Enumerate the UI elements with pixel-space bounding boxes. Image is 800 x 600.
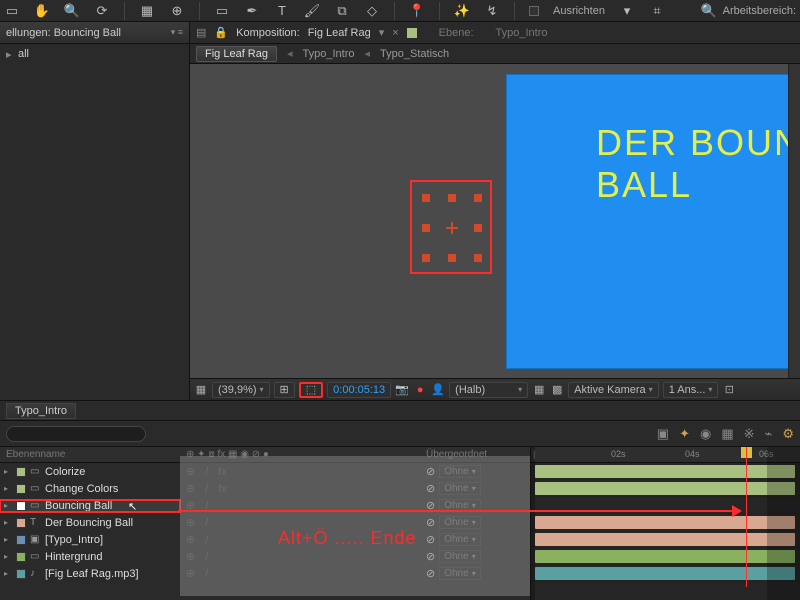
timecode[interactable]: 0:00:05:13	[327, 382, 391, 398]
res-grid-icon[interactable]: ⊞	[274, 382, 295, 398]
switches-header: ⊕ ✦ ⧈ fx ▦ ◉ ⊘ ●	[180, 449, 420, 460]
comp-mini-icon[interactable]: ▣	[657, 426, 669, 442]
frameblend-icon[interactable]: ▦	[721, 426, 733, 442]
text-tool-icon[interactable]: T	[274, 3, 290, 19]
crumb-3[interactable]: Typo_Statisch	[380, 48, 449, 60]
timeline-panel: Typo_Intro ▣ ✦ ◉ ▦ ※ ⌁ ⚙ Ebenenname ⊕ ✦ …	[0, 400, 800, 600]
search-icon[interactable]: 🔍	[701, 3, 717, 19]
layer-row-selected[interactable]: ▸▭Bouncing Ball ↖ ⊕/ ⊘Ohne▾	[0, 497, 530, 514]
motionblur-icon[interactable]: ※	[744, 426, 755, 442]
layer-row[interactable]: ▸▣[Typo_Intro] ⊕/ ⊘Ohne▾	[0, 531, 530, 548]
zoom-dropdown[interactable]: (39,9%)▾	[212, 382, 270, 398]
snap-checkbox[interactable]	[529, 6, 539, 16]
anchor-tool-icon[interactable]: ⊕	[169, 3, 185, 19]
layer-row[interactable]: ▸TDer Bouncing Ball ⊕/ ⊘Ohne▾	[0, 514, 530, 531]
draft3d-icon[interactable]: ◉	[700, 426, 711, 442]
lock-icon[interactable]: 🔒	[214, 26, 228, 39]
layers-header: Ebenenname	[0, 449, 180, 460]
camera-dropdown[interactable]: Aktive Kamera▾	[568, 382, 659, 398]
parent-header: Übergeordnet	[420, 449, 530, 460]
cursor-icon: ↖	[128, 500, 137, 513]
effects-panel: ellungen: Bouncing Ball ▾ ≡ ▸all	[0, 22, 190, 400]
layer-row[interactable]: ▸▭Hintergrund ⊕/ ⊘Ohne▾	[0, 548, 530, 565]
eraser-tool-icon[interactable]: ◇	[364, 3, 380, 19]
ebene-prefix: Ebene:	[439, 27, 474, 39]
viewport[interactable]: DER BOUNCING BALL	[190, 64, 800, 378]
stamp-tool-icon[interactable]: ⧉	[334, 3, 350, 19]
magnify-icon[interactable]: ▦	[194, 383, 208, 397]
layer-row[interactable]: ▸▭Change Colors ⊕/fx ⊘Ohne▾	[0, 480, 530, 497]
viewport-scrollbar[interactable]	[788, 64, 800, 378]
crumb-active[interactable]: Fig Leaf Rag	[196, 46, 277, 62]
app-toolbar: ▭ ✋ 🔍 ⟳ ▦ ⊕ ▭ ✒ T 🖌 ⧉ ◇ 📍 ✨ ↯ Ausrichten…	[0, 0, 800, 22]
annotation-arrow-head	[732, 505, 742, 517]
snap-dropdown-icon[interactable]: ▾	[619, 3, 635, 19]
comp-name[interactable]: Fig Leaf Rag	[308, 27, 371, 39]
breadcrumb: Fig Leaf Rag ◂ Typo_Intro ◂ Typo_Statisc…	[190, 44, 800, 64]
shy-icon[interactable]: ✦	[679, 426, 690, 442]
timeline-tracks[interactable]: | 02s 04s 06s	[530, 447, 800, 600]
ebene-name[interactable]: Typo_Intro	[496, 27, 548, 39]
layer-row[interactable]: ▸▭Colorize ⊕/fx ⊘Ohne▾	[0, 463, 530, 480]
pen-tool-icon[interactable]: ✒	[244, 3, 260, 19]
snapping-icon[interactable]: ⌗	[649, 3, 665, 19]
snapshot-icon[interactable]: 📷	[395, 383, 409, 397]
checker-icon[interactable]: ▩	[550, 383, 564, 397]
view-opts-icon[interactable]: ⊡	[722, 383, 736, 397]
local-axis-icon[interactable]: ↯	[484, 3, 500, 19]
layer-row[interactable]: ▸♪[Fig Leaf Rag.mp3] ⊕/ ⊘Ohne▾	[0, 565, 530, 582]
effects-row-label[interactable]: all	[18, 48, 29, 60]
grid-icon[interactable]: ▦	[532, 383, 546, 397]
timeline-tab[interactable]: Typo_Intro	[6, 403, 76, 419]
workspace-label: Arbeitsbereich:	[723, 5, 796, 17]
brush-tool-icon[interactable]: 🖌	[304, 3, 320, 19]
effects-panel-header[interactable]: ellungen: Bouncing Ball ▾ ≡	[0, 22, 189, 44]
layer-search-input[interactable]	[6, 426, 146, 442]
wand-tool-icon[interactable]: ✨	[454, 3, 470, 19]
title-text-layer[interactable]: DER BOUNCING BALL	[596, 122, 800, 206]
annotation-text: Alt+Ö ..... Ende	[278, 528, 417, 549]
time-ruler[interactable]: | 02s 04s 06s	[531, 447, 800, 463]
zoom-tool-icon[interactable]: 🔍	[64, 3, 80, 19]
channel-icon[interactable]: ●	[413, 383, 427, 397]
crumb-2[interactable]: Typo_Intro	[303, 48, 355, 60]
rotate-tool-icon[interactable]: ⟳	[94, 3, 110, 19]
mask-icon[interactable]: 👤	[431, 383, 445, 397]
effects-panel-title: ellungen: Bouncing Ball	[6, 27, 121, 39]
panel-grip-icon: ▤	[196, 26, 206, 39]
camera-tool-icon[interactable]: ▦	[139, 3, 155, 19]
current-time-indicator[interactable]	[746, 447, 747, 587]
ebene-swatch	[407, 28, 417, 38]
panel-menu-icon[interactable]: ▾ ≡	[171, 27, 183, 38]
composition-canvas[interactable]: DER BOUNCING BALL	[506, 74, 800, 369]
graph-icon[interactable]: ⌁	[765, 426, 773, 442]
roi-button[interactable]: ⬚	[299, 382, 323, 398]
selection-tool-icon[interactable]: ▭	[4, 3, 20, 19]
view-controls: ▦ (39,9%)▾ ⊞ ⬚ 0:00:05:13 📷 ● 👤 (Halb)▾ …	[190, 378, 800, 400]
hand-tool-icon[interactable]: ✋	[34, 3, 50, 19]
views-dropdown[interactable]: 1 Ans...▾	[663, 382, 719, 398]
composition-tabbar: ▤ 🔒 Komposition: Fig Leaf Rag ▾ × Ebene:…	[190, 22, 800, 44]
comp-prefix: Komposition:	[236, 27, 300, 39]
brainstorm-icon[interactable]: ⚙	[782, 426, 794, 442]
pin-tool-icon[interactable]: 📍	[409, 3, 425, 19]
resolution-dropdown[interactable]: (Halb)▾	[449, 382, 528, 398]
anchor-point-widget[interactable]	[410, 180, 492, 274]
shape-tool-icon[interactable]: ▭	[214, 3, 230, 19]
align-label: Ausrichten	[553, 5, 605, 17]
close-tab-icon[interactable]: ×	[392, 27, 398, 39]
